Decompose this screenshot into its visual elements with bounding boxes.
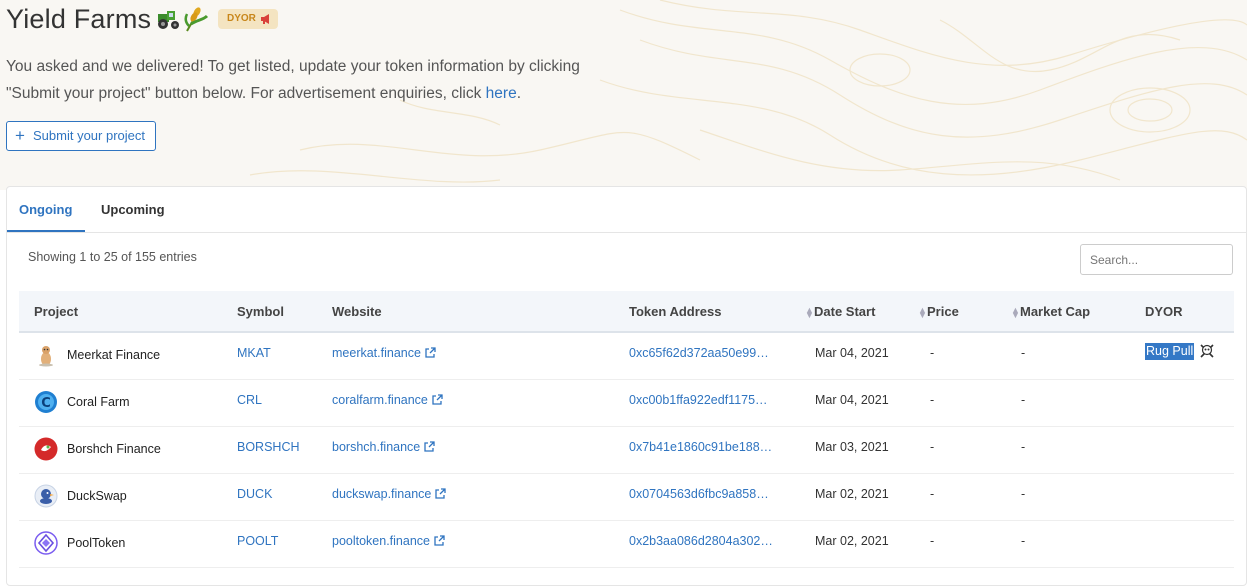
column-header-symbol[interactable]: Symbol [237,304,284,319]
token-symbol[interactable]: POOLT [237,534,278,548]
skull-crossbones-icon [1200,344,1214,358]
pool-logo-icon [34,531,58,555]
tab-bar: Ongoing Upcoming [7,187,1246,233]
svg-text:C: C [41,396,51,411]
table-row[interactable]: DuckSwap DUCK duckswap.finance 0x0704563… [19,473,1234,521]
token-symbol[interactable]: CRL [237,393,262,407]
date-start: Mar 02, 2021 [815,487,889,501]
meerkat-logo-icon [39,346,53,367]
project-name[interactable]: Meerkat Finance [67,348,160,362]
token-address[interactable]: 0x2b3aa086d2804a302… [629,534,773,548]
token-address[interactable]: 0xc65f62d372aa50e99… [629,346,769,360]
market-cap: - [1021,346,1026,360]
token-symbol[interactable]: BORSHCH [237,440,300,454]
search-input[interactable] [1080,244,1233,275]
price: - [930,440,935,454]
table-row[interactable]: Meerkat Finance MKAT meerkat.finance 0xc… [19,332,1234,380]
date-start: Mar 04, 2021 [815,346,889,360]
table-row[interactable]: C Coral Farm CRL coralfarm.finance 0xc00… [19,379,1234,427]
column-header-market-cap[interactable]: ▲ ▼Market Cap [1011,304,1090,319]
coral-logo-icon: C [35,391,57,413]
sort-icon: ▲ ▼ [918,304,927,320]
price-label: Price [927,304,959,319]
price: - [930,393,935,407]
column-header-website[interactable]: Website [332,304,382,319]
advertisement-link[interactable]: here [486,85,517,102]
external-link-icon [425,347,436,358]
submit-project-button[interactable]: + Submit your project [6,121,156,151]
project-name[interactable]: Borshch Finance [67,442,161,456]
tab-ongoing[interactable]: Ongoing [19,202,72,217]
column-header-price[interactable]: ▲ ▼Price [918,304,959,319]
plant-icon [184,7,209,32]
borshch-logo-icon [34,437,58,461]
column-header-dyor[interactable]: DYOR [1145,304,1183,319]
duck-logo-icon [34,484,58,508]
price: - [930,534,935,548]
column-header-date-start[interactable]: ▲ ▼Date Start [805,304,875,319]
price: - [930,487,935,501]
tab-upcoming[interactable]: Upcoming [101,202,165,217]
external-link-icon [432,394,443,405]
page-title: Yield Farms [6,4,152,34]
token-symbol[interactable]: MKAT [237,346,271,360]
token-address[interactable]: 0xc00b1ffa922edf1175… [629,393,768,407]
market-cap: - [1021,393,1026,407]
website-link[interactable]: coralfarm.finance [332,393,443,407]
table-row[interactable]: PoolToken POOLT pooltoken.finance 0x2b3a… [19,520,1234,568]
active-tab-indicator [7,230,85,232]
website-link[interactable]: meerkat.finance [332,346,436,360]
tractor-icon [158,11,179,29]
submit-project-label: Submit your project [33,128,145,143]
external-link-icon [435,488,447,499]
sort-icon: ▲ ▼ [1011,304,1020,320]
token-symbol[interactable]: DUCK [237,487,272,501]
sort-icon: ▲ ▼ [805,304,814,320]
external-link-icon [434,535,445,546]
market-cap-label: Market Cap [1020,304,1091,319]
website-text: borshch.finance [332,440,421,454]
date-start: Mar 02, 2021 [815,534,889,548]
website-link[interactable]: duckswap.finance [332,487,447,501]
column-header-token-address[interactable]: Token Address [629,304,721,319]
page-description: You asked and we delivered! To get liste… [6,53,626,107]
project-name[interactable]: DuckSwap [67,489,127,503]
date-start-label: Date Start [814,304,876,319]
website-link[interactable]: borshch.finance [332,440,435,454]
date-start: Mar 03, 2021 [815,440,889,454]
table-row[interactable]: Borshch Finance BORSHCH borshch.finance … [19,426,1234,474]
table-header: Project Symbol Website Token Address ▲ ▼D… [19,291,1234,333]
website-text: coralfarm.finance [332,393,428,407]
plus-icon: + [15,126,25,145]
token-address[interactable]: 0x7b41e1860c91be188… [629,440,772,454]
rug-pull-badge[interactable]: Rug Pull [1145,343,1195,360]
website-text: pooltoken.finance [332,534,430,548]
market-cap: - [1021,440,1026,454]
price: - [930,346,935,360]
dyor-badge[interactable]: DYOR [218,9,278,29]
token-address[interactable]: 0x0704563d6fbc9a858… [629,487,769,501]
farms-card: Ongoing Upcoming Showing 1 to 25 of 155 … [6,186,1247,586]
page-header: Yield Farms DYOR You asked and we delive… [0,0,1247,190]
date-start: Mar 04, 2021 [815,393,889,407]
market-cap: - [1021,534,1026,548]
entries-info: Showing 1 to 25 of 155 entries [28,250,197,264]
column-header-project[interactable]: Project [34,304,78,319]
project-name[interactable]: Coral Farm [67,395,130,409]
description-end: . [516,85,522,102]
dyor-badge-label: DYOR [227,13,256,24]
external-link-icon [424,441,435,452]
website-link[interactable]: pooltoken.finance [332,534,445,548]
project-name[interactable]: PoolToken [67,536,125,550]
website-text: duckswap.finance [332,487,432,501]
megaphone-icon [261,14,269,24]
market-cap: - [1021,487,1026,501]
website-text: meerkat.finance [332,346,421,360]
